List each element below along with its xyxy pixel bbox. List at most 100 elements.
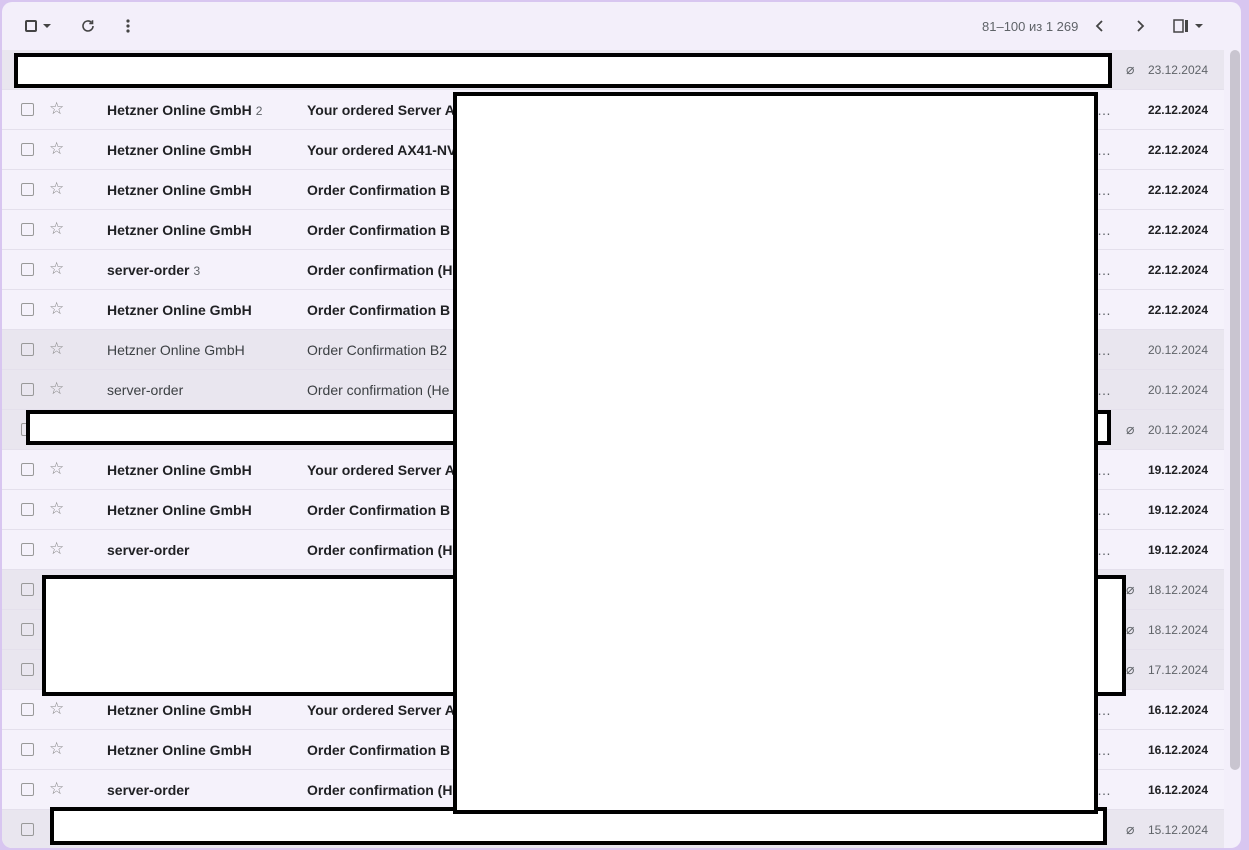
star-icon[interactable]: ☆ bbox=[49, 259, 64, 279]
star-icon[interactable]: ☆ bbox=[49, 139, 64, 159]
email-date: 19.12.2024 bbox=[1147, 463, 1208, 477]
email-date: 16.12.2024 bbox=[1147, 703, 1208, 717]
email-subject: Order confirmation (H bbox=[307, 262, 453, 278]
snippet-ellipsis: … bbox=[1097, 782, 1111, 798]
thread-count: 2 bbox=[255, 104, 263, 118]
row-checkbox[interactable] bbox=[21, 183, 34, 196]
newer-page-button[interactable] bbox=[1088, 14, 1112, 38]
email-subject: Order Confirmation B2 bbox=[307, 342, 448, 358]
star-icon[interactable]: ☆ bbox=[49, 379, 64, 399]
email-subject: Your ordered Server A bbox=[307, 702, 455, 718]
attachment-icon: ⌀ bbox=[1126, 581, 1135, 597]
more-options-button[interactable] bbox=[116, 14, 140, 38]
row-checkbox[interactable] bbox=[21, 663, 34, 676]
snippet-ellipsis: … bbox=[1097, 542, 1111, 558]
email-subject: Your ordered Server A bbox=[307, 462, 455, 478]
snippet-ellipsis: … bbox=[1097, 142, 1111, 158]
row-checkbox[interactable] bbox=[21, 583, 34, 596]
attachment-icon: ⌀ bbox=[1126, 821, 1135, 837]
email-subject: Order confirmation (H bbox=[307, 542, 453, 558]
row-checkbox[interactable] bbox=[21, 823, 34, 836]
row-checkbox[interactable] bbox=[21, 263, 34, 276]
star-icon[interactable]: ☆ bbox=[49, 179, 64, 199]
snippet-ellipsis: … bbox=[1097, 742, 1111, 758]
email-date: 20.12.2024 bbox=[1147, 423, 1208, 437]
email-subject: Order Confirmation B bbox=[307, 302, 451, 318]
sender-name: Hetzner Online GmbH bbox=[107, 342, 245, 358]
row-checkbox[interactable] bbox=[21, 743, 34, 756]
row-checkbox[interactable] bbox=[21, 783, 34, 796]
sender-name: Hetzner Online GmbH bbox=[107, 742, 252, 758]
email-date: 22.12.2024 bbox=[1147, 303, 1208, 317]
snippet-ellipsis: … bbox=[1097, 302, 1111, 318]
star-icon[interactable]: ☆ bbox=[49, 499, 64, 519]
email-subject: Order Confirmation B bbox=[307, 222, 451, 238]
sender-name: server-order 3 bbox=[107, 262, 201, 278]
snippet-ellipsis: … bbox=[1097, 102, 1111, 118]
email-subject: Your ordered Server A bbox=[307, 102, 455, 118]
email-date: 22.12.2024 bbox=[1147, 183, 1208, 197]
email-date: 18.12.2024 bbox=[1147, 583, 1208, 597]
snippet-ellipsis: … bbox=[1097, 222, 1111, 238]
attachment-icon: ⌀ bbox=[1126, 421, 1135, 437]
star-icon[interactable]: ☆ bbox=[49, 779, 64, 799]
attachment-icon: ⌀ bbox=[1126, 621, 1135, 637]
select-all-checkbox[interactable] bbox=[18, 14, 58, 38]
row-checkbox[interactable] bbox=[21, 303, 34, 316]
email-date: 18.12.2024 bbox=[1147, 623, 1208, 637]
checkbox-icon bbox=[25, 20, 37, 32]
redaction-block bbox=[14, 53, 1112, 88]
row-checkbox[interactable] bbox=[21, 623, 34, 636]
star-icon[interactable]: ☆ bbox=[49, 339, 64, 359]
sender-name: Hetzner Online GmbH bbox=[107, 702, 252, 718]
email-date: 22.12.2024 bbox=[1147, 143, 1208, 157]
star-icon[interactable]: ☆ bbox=[49, 99, 64, 119]
email-date: 17.12.2024 bbox=[1147, 663, 1208, 677]
row-checkbox[interactable] bbox=[21, 223, 34, 236]
row-checkbox[interactable] bbox=[21, 463, 34, 476]
row-checkbox[interactable] bbox=[21, 503, 34, 516]
star-icon[interactable]: ☆ bbox=[49, 539, 64, 559]
older-page-button[interactable] bbox=[1128, 14, 1152, 38]
star-icon[interactable]: ☆ bbox=[49, 699, 64, 719]
star-icon[interactable]: ☆ bbox=[49, 299, 64, 319]
sender-name: server-order bbox=[107, 382, 184, 398]
row-checkbox[interactable] bbox=[21, 543, 34, 556]
row-checkbox[interactable] bbox=[21, 703, 34, 716]
snippet-ellipsis: … bbox=[1097, 702, 1111, 718]
list-toolbar: 81–100 из 1 269 bbox=[2, 2, 1241, 50]
snippet-ellipsis: … bbox=[1097, 342, 1111, 358]
redaction-block bbox=[453, 92, 1098, 814]
snippet-ellipsis: … bbox=[1097, 382, 1111, 398]
row-checkbox[interactable] bbox=[21, 103, 34, 116]
refresh-button[interactable] bbox=[76, 14, 100, 38]
email-subject: Order confirmation (He bbox=[307, 382, 450, 398]
star-icon[interactable]: ☆ bbox=[49, 459, 64, 479]
snippet-ellipsis: … bbox=[1097, 262, 1111, 278]
star-icon[interactable]: ☆ bbox=[49, 739, 64, 759]
chevron-right-icon bbox=[1137, 20, 1145, 32]
row-checkbox[interactable] bbox=[21, 383, 34, 396]
sender-name: Hetzner Online GmbH bbox=[107, 182, 252, 198]
sender-name: server-order bbox=[107, 782, 190, 798]
scrollbar[interactable] bbox=[1230, 50, 1240, 770]
email-subject: Order Confirmation B bbox=[307, 182, 451, 198]
thread-count: 3 bbox=[193, 264, 201, 278]
email-date: 22.12.2024 bbox=[1147, 103, 1208, 117]
email-date: 20.12.2024 bbox=[1147, 383, 1208, 397]
star-icon[interactable]: ☆ bbox=[49, 219, 64, 239]
email-date: 23.12.2024 bbox=[1147, 63, 1208, 77]
sender-name: Hetzner Online GmbH bbox=[107, 142, 252, 158]
sender-name: Hetzner Online GmbH bbox=[107, 302, 252, 318]
pagination-label: 81–100 из 1 269 bbox=[982, 19, 1079, 34]
snippet-ellipsis: … bbox=[1097, 502, 1111, 518]
email-date: 20.12.2024 bbox=[1147, 343, 1208, 357]
split-pane-toggle[interactable] bbox=[1168, 14, 1208, 38]
sender-name: Hetzner Online GmbH bbox=[107, 462, 252, 478]
row-checkbox[interactable] bbox=[21, 343, 34, 356]
attachment-icon: ⌀ bbox=[1126, 61, 1135, 77]
row-checkbox[interactable] bbox=[21, 143, 34, 156]
email-subject: Your ordered AX41-NV bbox=[307, 142, 457, 158]
chevron-down-icon bbox=[1195, 24, 1203, 28]
email-date: 19.12.2024 bbox=[1147, 503, 1208, 517]
